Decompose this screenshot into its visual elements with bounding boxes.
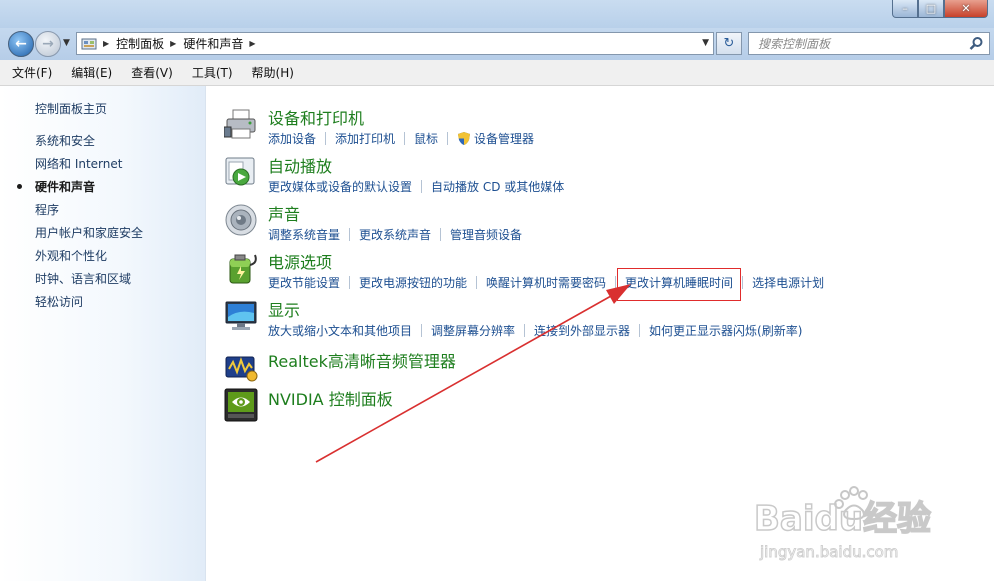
link-mouse[interactable]: 鼠标 <box>414 130 438 147</box>
main-content: 设备和打印机 添加设备 添加打印机 鼠标 设备管理器 自动播放 更改媒体或设备的… <box>206 86 994 581</box>
category-links: 更改媒体或设备的默认设置 自动播放 CD 或其他媒体 <box>268 178 564 195</box>
category-title[interactable]: 电源选项 <box>268 249 332 273</box>
category-title[interactable]: Realtek高清晰音频管理器 <box>268 348 456 372</box>
category-title[interactable]: 声音 <box>268 201 300 225</box>
autoplay-icon[interactable] <box>224 155 258 189</box>
sidebar: 控制面板主页 系统和安全 网络和 Internet 硬件和声音 程序 用户帐户和… <box>0 86 206 581</box>
chevron-down-icon: ▼ <box>63 38 70 48</box>
watermark-url: jingyan.baidu.com <box>759 543 898 561</box>
link-zoom-text[interactable]: 放大或缩小文本和其他项目 <box>268 322 412 339</box>
control-panel-icon <box>81 38 97 49</box>
sidebar-home-link[interactable]: 控制面板主页 <box>35 100 107 117</box>
sidebar-item-user-accounts[interactable]: 用户帐户和家庭安全 <box>35 225 143 248</box>
power-icon[interactable] <box>224 251 258 285</box>
close-button[interactable]: ✕ <box>944 0 988 18</box>
category-links: 放大或缩小文本和其他项目 调整屏幕分辨率 连接到外部显示器 如何更正显示器闪烁(… <box>268 322 802 339</box>
realtek-audio-icon[interactable] <box>224 350 258 384</box>
menu-edit[interactable]: 编辑(E) <box>68 62 115 83</box>
annotation-highlight-box <box>617 268 742 301</box>
sidebar-item-clock-region[interactable]: 时钟、语言和区域 <box>35 271 143 294</box>
sidebar-item-system-security[interactable]: 系统和安全 <box>35 133 143 156</box>
minimize-icon: – <box>902 2 908 15</box>
address-dropdown[interactable]: ▼ <box>702 38 709 48</box>
window-controls: – □ ✕ <box>892 0 988 18</box>
menu-file[interactable]: 文件(F) <box>9 62 55 83</box>
breadcrumb-control-panel[interactable]: 控制面板 ▶ <box>116 33 183 54</box>
maximize-icon: □ <box>925 2 937 15</box>
link-screen-resolution[interactable]: 调整屏幕分辨率 <box>431 322 515 339</box>
link-change-system-sounds[interactable]: 更改系统声音 <box>359 226 431 243</box>
link-power-button-function[interactable]: 更改电源按钮的功能 <box>359 274 467 291</box>
nvidia-icon[interactable] <box>224 388 258 422</box>
chevron-down-icon: ▼ <box>702 38 709 48</box>
address-bar[interactable]: ▶ 控制面板 ▶ 硬件和声音 ▶ ▼ <box>76 32 714 55</box>
chevron-right-icon: ▶ <box>103 39 110 48</box>
minimize-button[interactable]: – <box>892 0 918 18</box>
link-external-display[interactable]: 连接到外部显示器 <box>534 322 630 339</box>
sidebar-item-hardware-sound[interactable]: 硬件和声音 <box>17 179 143 202</box>
forward-button[interactable]: → <box>35 31 61 57</box>
chevron-right-icon: ▶ <box>170 39 177 48</box>
sidebar-item-ease-of-access[interactable]: 轻松访问 <box>35 294 143 317</box>
search-placeholder: 搜索控制面板 <box>758 37 831 51</box>
refresh-button[interactable]: ↻ <box>716 32 742 55</box>
menu-help[interactable]: 帮助(H) <box>249 62 297 83</box>
arrow-left-icon: ← <box>15 36 27 52</box>
sidebar-item-appearance[interactable]: 外观和个性化 <box>35 248 143 271</box>
link-wake-password[interactable]: 唤醒计算机时需要密码 <box>486 274 606 291</box>
category-links: 更改节能设置 更改电源按钮的功能 唤醒计算机时需要密码 更改计算机睡眠时间 选择… <box>268 268 824 301</box>
menu-view[interactable]: 查看(V) <box>128 62 176 83</box>
uac-shield-icon <box>458 132 471 145</box>
link-change-power-saving[interactable]: 更改节能设置 <box>268 274 340 291</box>
speaker-icon[interactable] <box>224 203 258 237</box>
maximize-button[interactable]: □ <box>918 0 944 18</box>
sidebar-list: 系统和安全 网络和 Internet 硬件和声音 程序 用户帐户和家庭安全 外观… <box>17 133 143 317</box>
navigation-bar: ← → ▼ ▶ 控制面板 ▶ 硬件和声音 ▶ ▼ ↻ 搜索控制面板 <box>0 28 994 60</box>
title-bar: – □ ✕ <box>0 0 994 28</box>
category-title[interactable]: 自动播放 <box>268 153 332 177</box>
back-button[interactable]: ← <box>8 31 34 57</box>
menu-tools[interactable]: 工具(T) <box>189 62 236 83</box>
category-title[interactable]: 显示 <box>268 297 300 321</box>
breadcrumb-root[interactable]: ▶ <box>97 33 116 54</box>
category-title[interactable]: 设备和打印机 <box>268 105 364 129</box>
link-autoplay-cd[interactable]: 自动播放 CD 或其他媒体 <box>431 178 564 195</box>
link-adjust-volume[interactable]: 调整系统音量 <box>268 226 340 243</box>
link-add-device[interactable]: 添加设备 <box>268 130 316 147</box>
highlighted-link-wrapper: 更改计算机睡眠时间 <box>617 268 742 301</box>
watermark-brand: Baidu经验 <box>754 499 931 539</box>
sidebar-item-network[interactable]: 网络和 Internet <box>35 156 143 179</box>
link-add-printer[interactable]: 添加打印机 <box>335 130 395 147</box>
sidebar-item-label: 硬件和声音 <box>35 180 96 194</box>
active-bullet-icon <box>17 184 22 189</box>
recent-pages-dropdown[interactable]: ▼ <box>63 38 70 48</box>
printer-icon[interactable] <box>224 107 258 141</box>
category-links: 添加设备 添加打印机 鼠标 设备管理器 <box>268 130 534 147</box>
chevron-right-icon: ▶ <box>249 39 256 48</box>
watermark-logo: Baidu经验 jingyan.baidu.com <box>753 486 932 561</box>
display-icon[interactable] <box>224 299 258 333</box>
arrow-right-icon: → <box>42 36 54 52</box>
link-refresh-rate[interactable]: 如何更正显示器闪烁(刷新率) <box>649 322 802 339</box>
link-change-default-settings[interactable]: 更改媒体或设备的默认设置 <box>268 178 412 195</box>
breadcrumb-hardware-sound[interactable]: 硬件和声音 ▶ <box>183 33 262 54</box>
category-links: 调整系统音量 更改系统声音 管理音频设备 <box>268 226 522 243</box>
link-device-manager[interactable]: 设备管理器 <box>474 130 534 147</box>
search-input[interactable]: 搜索控制面板 <box>748 32 990 55</box>
link-choose-power-plan[interactable]: 选择电源计划 <box>752 274 824 291</box>
link-manage-audio-devices[interactable]: 管理音频设备 <box>450 226 522 243</box>
refresh-icon: ↻ <box>723 36 735 51</box>
search-icon[interactable] <box>968 36 984 52</box>
sidebar-item-programs[interactable]: 程序 <box>35 202 143 225</box>
close-icon: ✕ <box>961 2 971 15</box>
menu-bar: 文件(F) 编辑(E) 查看(V) 工具(T) 帮助(H) <box>0 60 994 86</box>
category-title[interactable]: NVIDIA 控制面板 <box>268 386 393 410</box>
